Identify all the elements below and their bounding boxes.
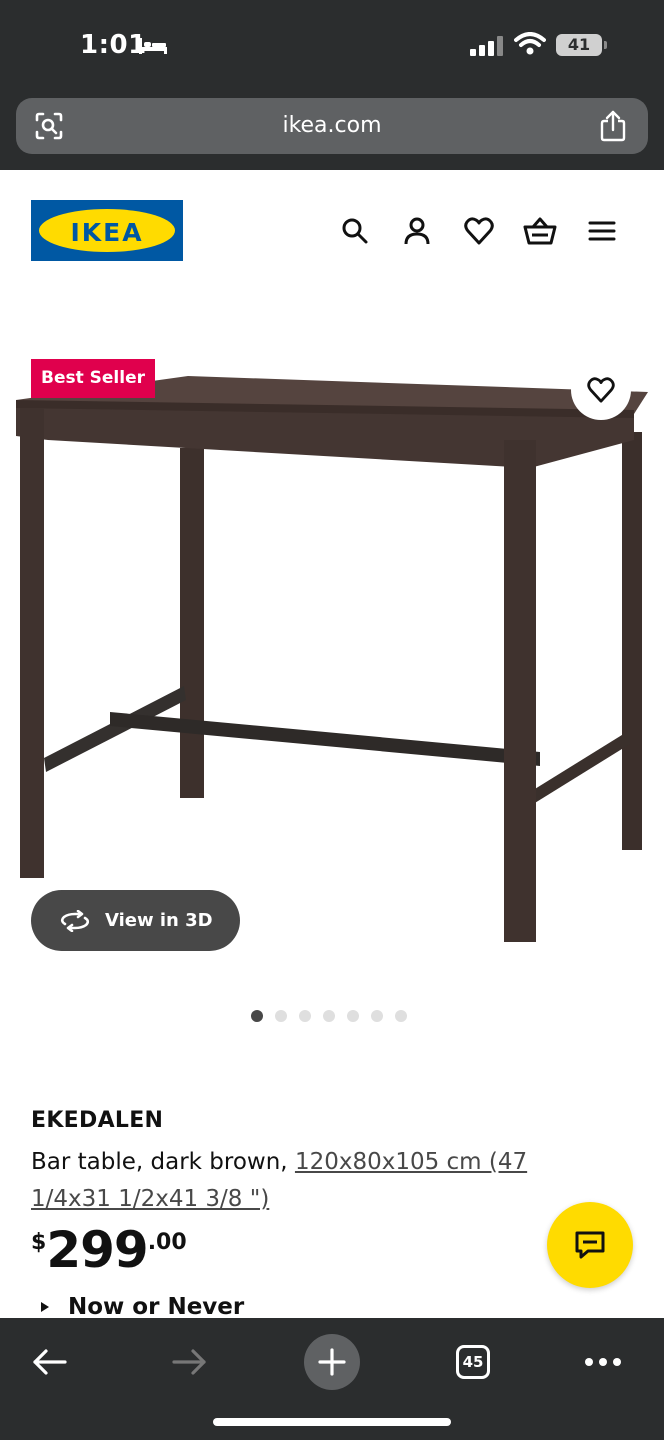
browser-bar: ikea.com	[0, 92, 664, 170]
promo-text: Now or Never	[68, 1294, 245, 1320]
new-tab-plus-icon	[318, 1348, 346, 1376]
promo-label[interactable]: Now or Never	[40, 1294, 244, 1320]
view-in-3d-button[interactable]: View in 3D	[31, 890, 240, 951]
table-front-right-leg	[504, 440, 536, 942]
more-icon	[585, 1358, 621, 1366]
best-seller-badge: Best Seller	[31, 359, 155, 398]
carousel-dot[interactable]	[395, 1010, 407, 1022]
back-arrow-icon	[33, 1349, 67, 1375]
cart-icon[interactable]	[522, 213, 558, 249]
triangle-right-icon	[41, 1302, 49, 1312]
price-decimals: .00	[147, 1230, 187, 1255]
table-back-left-leg	[180, 448, 204, 798]
logo-oval: IKEA	[39, 209, 175, 252]
carousel-dots	[251, 1010, 407, 1022]
product-price: $ 299 .00	[31, 1222, 187, 1278]
wifi-icon	[514, 32, 546, 55]
signal-icon	[470, 36, 503, 56]
logo-text: IKEA	[70, 218, 144, 247]
price-currency: $	[31, 1230, 47, 1255]
chat-icon	[575, 1231, 605, 1259]
view-in-3d-label: View in 3D	[105, 910, 213, 931]
carousel-dot[interactable]	[251, 1010, 263, 1022]
favourite-button[interactable]	[571, 360, 631, 420]
forward-arrow-icon	[172, 1349, 206, 1375]
heart-icon[interactable]	[461, 213, 497, 249]
tabs-icon: 45	[456, 1345, 490, 1379]
url-text: ikea.com	[282, 113, 382, 138]
rotate-3d-icon	[60, 909, 90, 932]
table-stretcher-center	[110, 712, 540, 766]
price-integer: 299	[46, 1221, 148, 1279]
battery-icon: 41	[556, 34, 607, 56]
heart-icon	[587, 377, 615, 403]
account-icon[interactable]	[399, 213, 435, 249]
more-button[interactable]	[575, 1334, 631, 1390]
home-indicator[interactable]	[213, 1418, 451, 1426]
table-front-left-leg	[20, 408, 44, 878]
share-icon[interactable]	[598, 109, 628, 143]
product-name: EKEDALEN	[31, 1108, 164, 1133]
bed-icon	[139, 38, 167, 54]
ikea-logo[interactable]: IKEA	[31, 200, 183, 261]
carousel-dot[interactable]	[371, 1010, 383, 1022]
table-stretcher-right	[530, 730, 630, 806]
table-back-right-leg	[622, 432, 642, 850]
product-description: Bar table, dark brown, 120x80x105 cm (47…	[31, 1144, 611, 1218]
carousel-dot[interactable]	[323, 1010, 335, 1022]
carousel-dot[interactable]	[347, 1010, 359, 1022]
status-time: 1:01	[80, 30, 147, 60]
product-type: Bar table, dark brown,	[31, 1149, 295, 1175]
address-bar[interactable]: ikea.com	[16, 98, 648, 154]
chat-button[interactable]	[547, 1202, 633, 1288]
status-bar: 1:01 41	[0, 0, 664, 92]
new-tab-button[interactable]	[304, 1334, 360, 1390]
tabs-button[interactable]: 45	[445, 1334, 501, 1390]
menu-icon[interactable]	[584, 213, 620, 249]
carousel-dot[interactable]	[299, 1010, 311, 1022]
carousel-dot[interactable]	[275, 1010, 287, 1022]
product-image[interactable]	[0, 340, 664, 960]
back-button[interactable]	[21, 1334, 77, 1390]
forward-button[interactable]	[162, 1334, 218, 1390]
search-icon[interactable]	[337, 213, 373, 249]
